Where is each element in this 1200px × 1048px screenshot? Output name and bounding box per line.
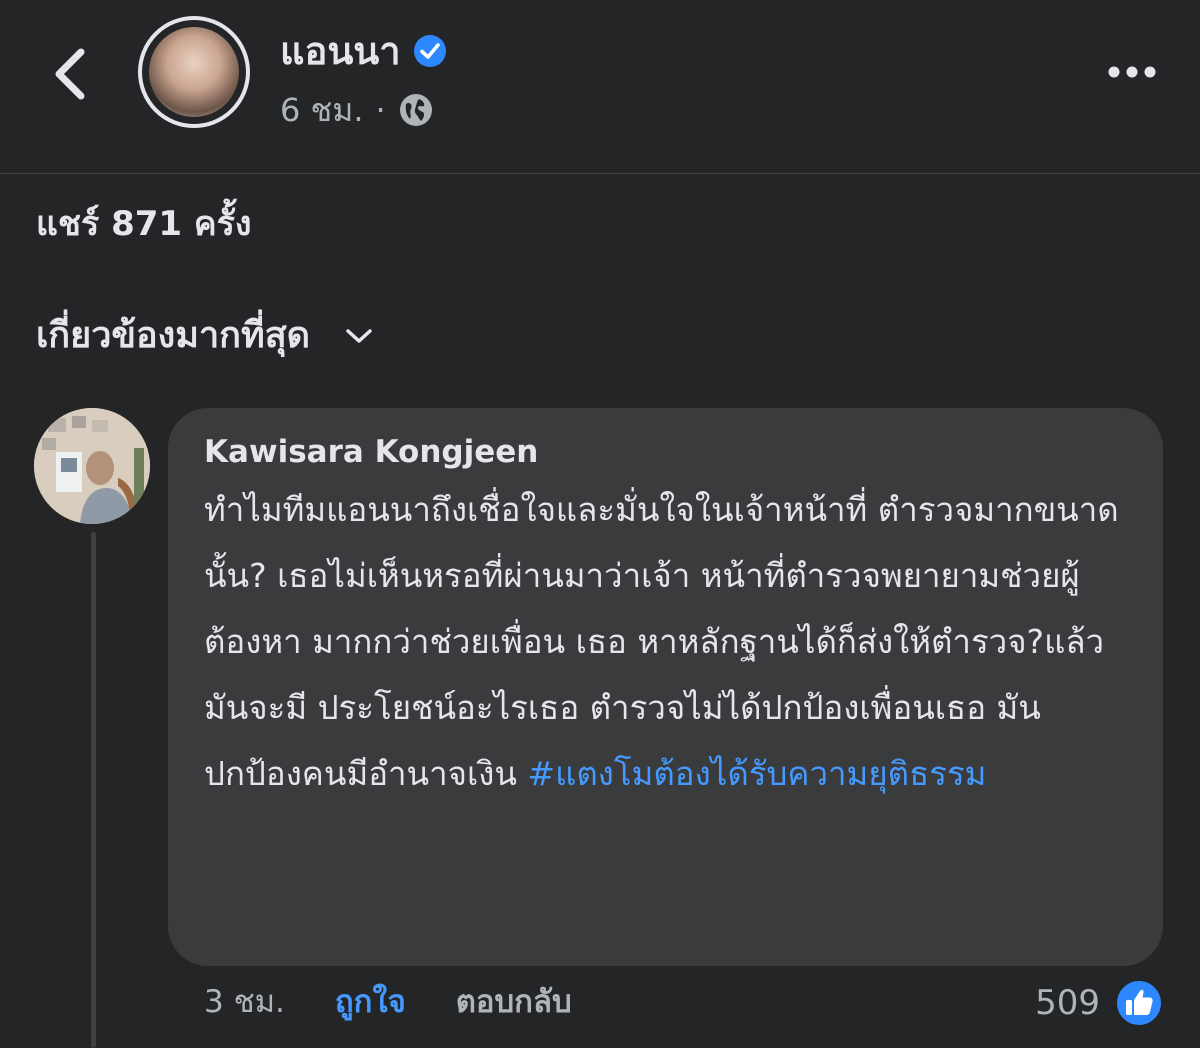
comment-thread-line <box>91 532 96 1048</box>
comment-time[interactable]: 3 ชม. <box>204 984 285 1021</box>
globe-icon <box>399 94 432 126</box>
comment-body: ทำไมทีมแอนนาถึงเชื่อใจและมั่นใจในเจ้าหน้… <box>204 490 1119 794</box>
comment-hashtag[interactable]: #แตงโมต้องได้รับความยุติธรรม <box>527 754 986 793</box>
comment-text: ทำไมทีมแอนนาถึงเชื่อใจและมั่นใจในเจ้าหน้… <box>204 477 1127 807</box>
comment-actions: 3 ชม. ถูกใจ ตอบกลับ <box>204 984 572 1021</box>
commenter-avatar-image <box>34 408 150 524</box>
commenter-avatar[interactable] <box>34 408 150 524</box>
page-name-row[interactable]: แอนนา <box>280 32 447 70</box>
comment-bubble[interactable]: Kawisara Kongjeen ทำไมทีมแอนนาถึงเชื่อใจ… <box>168 408 1163 966</box>
post-meta: 6 ชม. · <box>280 92 434 128</box>
thumbs-up-icon <box>1115 979 1163 1027</box>
page-name[interactable]: แอนนา <box>280 32 401 70</box>
comment-author[interactable]: Kawisara Kongjeen <box>204 434 1127 471</box>
chevron-left-icon <box>55 48 85 100</box>
post-header: แอนนา 6 ชม. · <box>0 0 1200 174</box>
reply-button[interactable]: ตอบกลับ <box>456 984 572 1021</box>
reaction-number: 509 <box>1035 983 1100 1023</box>
post-time[interactable]: 6 ชม. <box>280 94 364 126</box>
like-button[interactable]: ถูกใจ <box>335 984 406 1021</box>
page-avatar-image <box>149 27 239 117</box>
more-dots-icon <box>1108 66 1156 78</box>
share-count[interactable]: แชร์ 871 ครั้ง <box>36 205 252 243</box>
comment-sort-dropdown[interactable]: เกี่ยวข้องมากที่สุด <box>36 314 374 357</box>
page-avatar[interactable] <box>138 16 250 128</box>
back-button[interactable] <box>40 40 100 108</box>
chevron-down-icon <box>346 328 372 343</box>
verified-badge-icon <box>413 35 446 67</box>
more-options-button[interactable] <box>1100 52 1164 92</box>
meta-separator: · <box>375 91 386 129</box>
sort-label: เกี่ยวข้องมากที่สุด <box>36 315 311 356</box>
reaction-count[interactable]: 509 <box>1035 978 1164 1028</box>
